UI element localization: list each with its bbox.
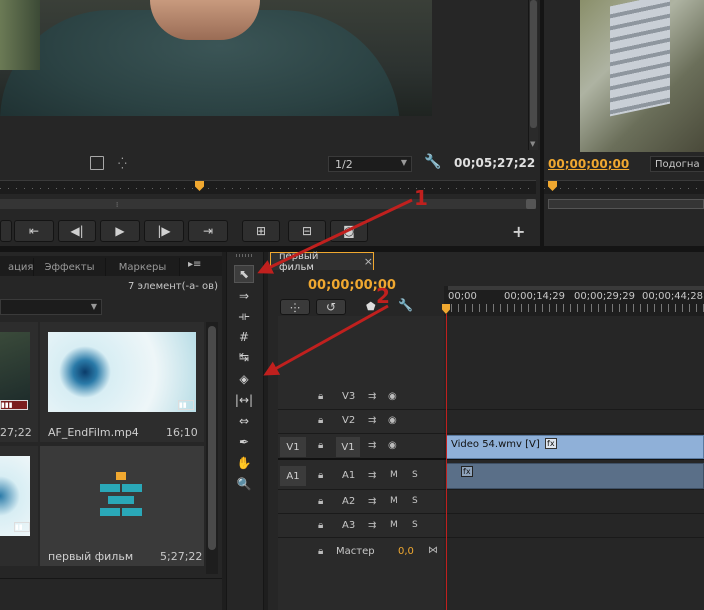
annotation-label-2: 2 (376, 284, 390, 308)
annotation-label-1: 1 (414, 186, 428, 210)
arrow-2 (263, 304, 389, 376)
arrow-1 (257, 198, 413, 274)
annotation-arrows (257, 198, 413, 376)
